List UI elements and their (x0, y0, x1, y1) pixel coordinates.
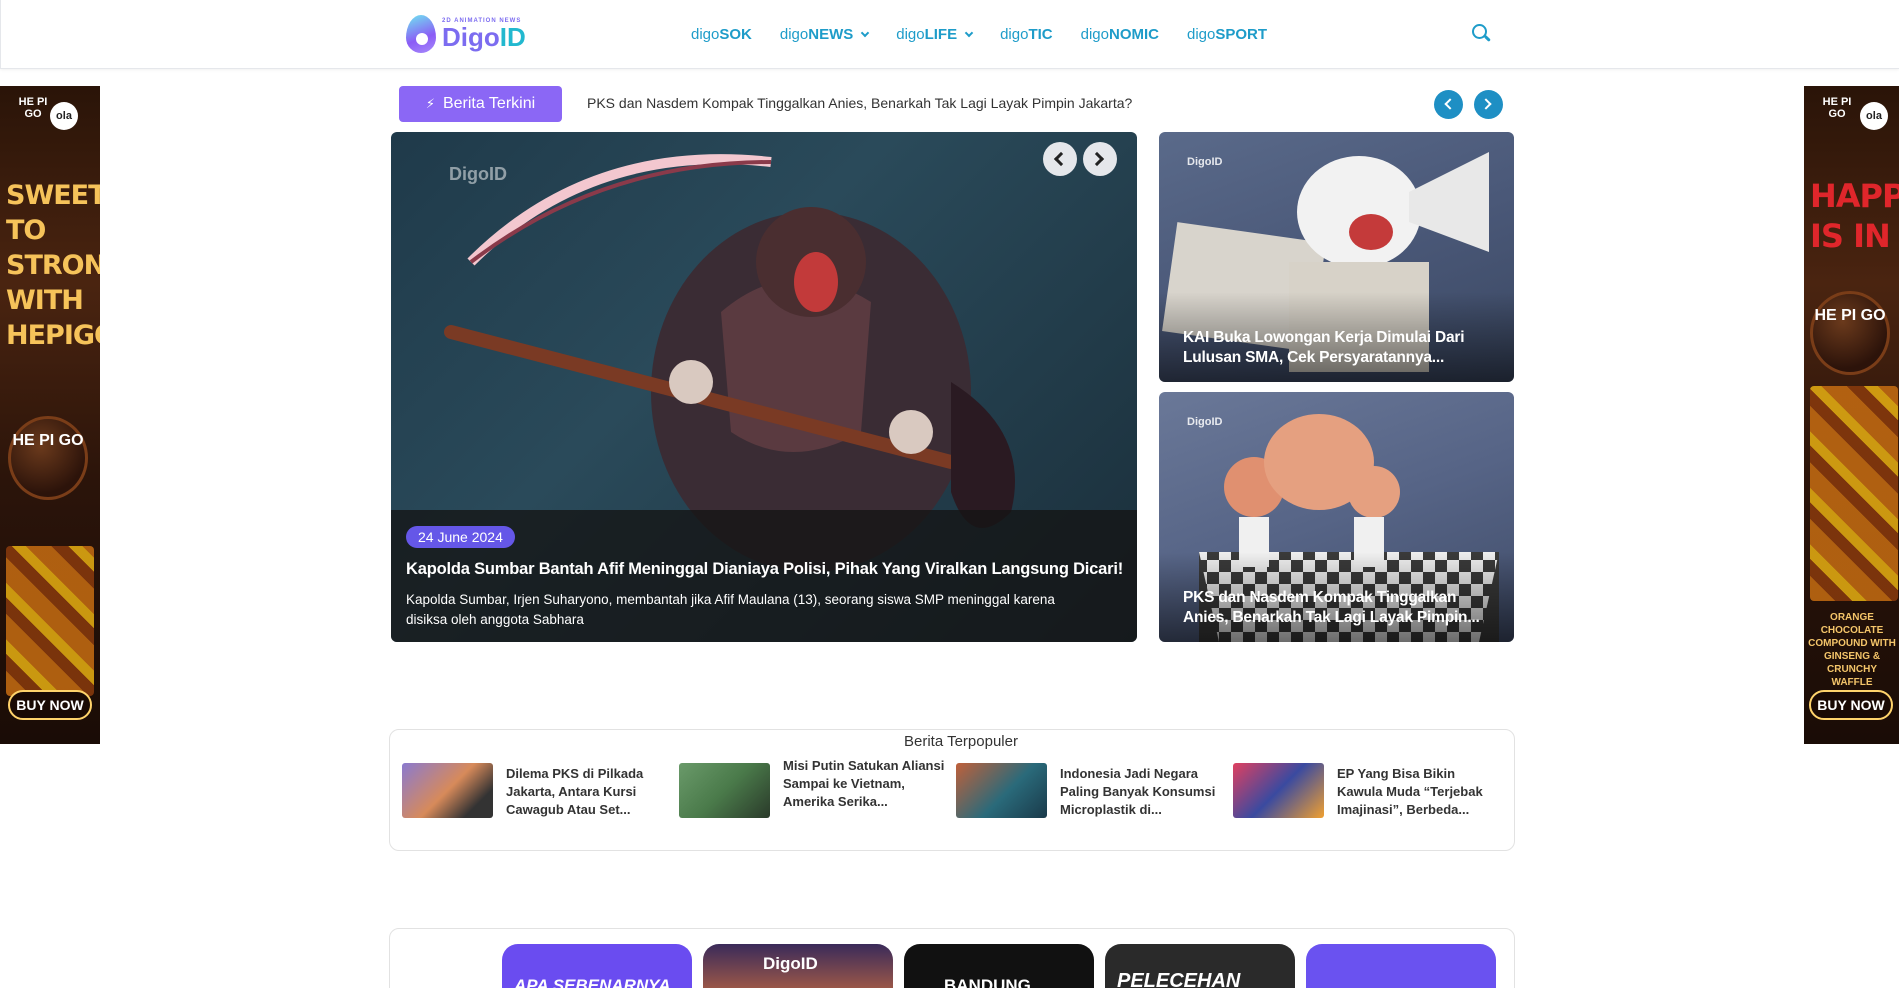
logo-name: DigoID (442, 22, 526, 52)
card-title[interactable]: KAI Buka Lowongan Kerja Dimulai Dari Lul… (1183, 328, 1493, 368)
ad-subtext: ORANGE CHOCOLATE COMPOUND WITH GINSENG &… (1808, 612, 1896, 688)
product-image (6, 546, 94, 696)
hero-title[interactable]: Kapolda Sumbar Bantah Afif Meninggal Dia… (406, 560, 1126, 579)
nav-digonews[interactable]: digo NEWS (780, 26, 870, 43)
popular-thumbnail (679, 763, 770, 818)
chevron-left-icon (1053, 151, 1069, 167)
popular-title: Berita Terpopuler (896, 733, 1026, 750)
popular-item-title[interactable]: Indonesia Jadi Negara Paling Banyak Kons… (1060, 765, 1225, 819)
hero-slider[interactable]: DigoID 24 June 2024 Kapolda Sumbar Banta… (391, 132, 1137, 642)
card-watermark: DigoID (1187, 156, 1223, 168)
logo-drop-icon (402, 11, 438, 57)
chevron-down-icon (964, 28, 974, 37)
video-card[interactable]: APA SEBENARNYA (502, 944, 692, 988)
ticker-next-button[interactable] (1474, 90, 1503, 119)
card-title[interactable]: PKS dan Nasdem Kompak Tinggalkan Anies, … (1183, 588, 1493, 628)
lightning-icon: ⚡ (425, 96, 435, 111)
hero-caption: 24 June 2024 Kapolda Sumbar Bantah Afif … (391, 510, 1137, 642)
site-logo[interactable]: 2D ANIMATION NEWS DigoID (402, 9, 528, 59)
cookie-image: HE PI GO (8, 416, 88, 500)
hero-watermark: DigoID (449, 164, 507, 184)
date-badge: 24 June 2024 (406, 526, 515, 548)
search-icon[interactable] (1472, 24, 1492, 44)
chevron-right-icon (1480, 98, 1492, 110)
nav-digotic[interactable]: digo TIC (1000, 26, 1053, 43)
popular-item-title[interactable]: Misi Putin Satukan Aliansi Sampai ke Vie… (783, 757, 948, 811)
hero-prev-button[interactable] (1043, 142, 1077, 176)
video-card[interactable] (1306, 944, 1496, 988)
nav-digosok[interactable]: digo SOK (691, 26, 752, 43)
popular-item-title[interactable]: Dilema PKS di Pilkada Jakarta, Antara Ku… (506, 765, 671, 819)
news-ticker: ⚡ Berita Terkini PKS dan Nasdem Kompak T… (399, 86, 1514, 122)
right-side-ad[interactable]: HE PI GO ola HAPPY IS IN HE PI GO ORANGE… (1804, 86, 1899, 744)
left-side-ad[interactable]: HE PI GO ola SWEET TO STRONG WITH HEPIGO… (0, 86, 100, 744)
featured-card[interactable]: DigoID PKS dan Nasdem Kompak Tinggalkan … (1159, 392, 1514, 642)
chevron-left-icon (1444, 98, 1456, 110)
chevron-down-icon (860, 28, 870, 37)
site-header: 2D ANIMATION NEWS DigoID digo SOK digo NEW… (0, 0, 1899, 69)
chevron-right-icon (1089, 151, 1105, 167)
popular-item[interactable]: EP Yang Bisa Bikin Kawula Muda “Terjebak… (1233, 763, 1503, 823)
ad-buy-now-button[interactable]: BUY NOW (1809, 690, 1893, 720)
featured-card[interactable]: DigoID KAI Buka Lowongan Kerja Dimulai D… (1159, 132, 1514, 382)
hero-description: Kapolda Sumbar, Irjen Suharyono, membant… (406, 592, 1055, 627)
popular-thumbnail (956, 763, 1047, 818)
video-card[interactable]: PELECEHAN (1105, 944, 1295, 988)
nav-digosport[interactable]: digo SPORT (1187, 26, 1267, 43)
product-image (1810, 386, 1898, 601)
ticker-headline[interactable]: PKS dan Nasdem Kompak Tinggalkan Anies, … (587, 95, 1132, 111)
video-strip: APA SEBENARNYA DigoID BANDUNG PELECEHAN (389, 928, 1515, 988)
cookie-image: HE PI GO (1810, 291, 1890, 375)
popular-thumbnail (402, 763, 493, 818)
ad-buy-now-button[interactable]: BUY NOW (8, 690, 92, 720)
popular-item[interactable]: Misi Putin Satukan Aliansi Sampai ke Vie… (679, 755, 949, 818)
popular-news: Berita Terpopuler Dilema PKS di Pilkada … (389, 729, 1515, 851)
hero-next-button[interactable] (1083, 142, 1117, 176)
nav-digonomic[interactable]: digo NOMIC (1081, 26, 1159, 43)
main-nav: digo SOK digo NEWS digo LIFE digo TIC digo NO… (691, 0, 1267, 69)
ad-brand: HE PI GO (18, 96, 48, 120)
ola-logo: ola (1860, 102, 1888, 130)
popular-item[interactable]: Dilema PKS di Pilkada Jakarta, Antara Ku… (402, 763, 672, 823)
ticker-prev-button[interactable] (1434, 90, 1463, 119)
ad-headline: HAPPY IS IN (1810, 177, 1899, 255)
ola-logo: ola (50, 102, 78, 130)
video-card[interactable]: BANDUNG (904, 944, 1094, 988)
nav-digolife[interactable]: digo LIFE (896, 26, 974, 43)
popular-item-title[interactable]: EP Yang Bisa Bikin Kawula Muda “Terjebak… (1337, 765, 1502, 819)
card-watermark: DigoID (1187, 416, 1223, 428)
popular-item[interactable]: Indonesia Jadi Negara Paling Banyak Kons… (956, 763, 1226, 823)
ad-headline: SWEET TO STRONG WITH HEPIGO (6, 180, 100, 351)
ad-brand: HE PI GO (1822, 96, 1852, 120)
popular-thumbnail (1233, 763, 1324, 818)
ticker-label: ⚡ Berita Terkini (399, 86, 562, 122)
video-card[interactable]: DigoID (703, 944, 893, 988)
